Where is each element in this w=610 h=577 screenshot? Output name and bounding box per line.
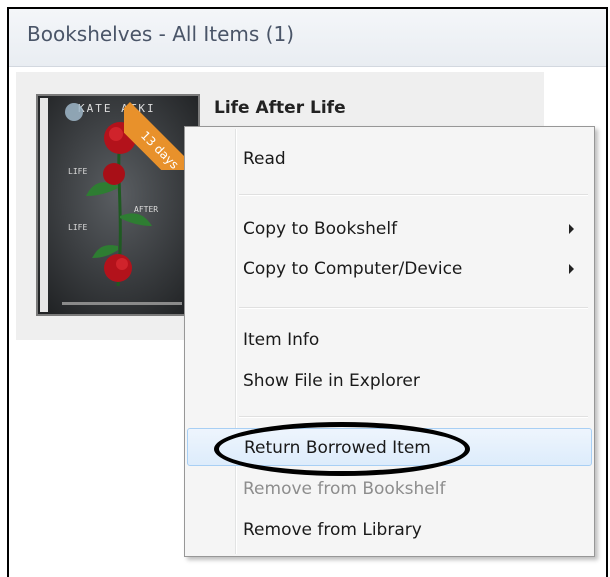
menu-separator [239,194,588,196]
menu-item-copy-to-computer-device[interactable]: Copy to Computer/Device [187,250,592,288]
menu-item-label: Item Info [243,330,320,350]
book-cover[interactable]: KATE ATKI LIFE AFTER LIFE [36,94,200,316]
menu-item-label: Remove from Library [243,520,422,540]
menu-item-label: Show File in Explorer [243,371,420,391]
book-cover-art: KATE ATKI LIFE AFTER LIFE [38,96,198,314]
menu-separator [239,416,588,418]
page-title: Bookshelves - All Items (1) [27,22,295,46]
context-menu: Read Copy to Bookshelf Copy to Computer/… [184,126,595,557]
book-title[interactable]: Life After Life [214,98,346,118]
menu-item-read[interactable]: Read [187,140,592,178]
menu-item-item-info[interactable]: Item Info [187,321,592,359]
menu-item-label: Copy to Bookshelf [243,219,398,239]
menu-item-show-file-in-explorer[interactable]: Show File in Explorer [187,362,592,400]
svg-text:LIFE: LIFE [68,223,87,232]
menu-item-label: Read [243,149,286,169]
menu-item-return-borrowed-item[interactable]: Return Borrowed Item [187,428,592,466]
menu-item-label: Return Borrowed Item [244,438,431,458]
svg-text:KATE ATKI: KATE ATKI [78,102,156,115]
menu-item-label: Remove from Bookshelf [243,479,446,499]
menu-item-copy-to-bookshelf[interactable]: Copy to Bookshelf [187,210,592,248]
title-bar: Bookshelves - All Items (1) [9,9,606,67]
submenu-arrow-icon [569,224,574,234]
menu-separator [239,307,588,309]
submenu-arrow-icon [569,264,574,274]
menu-item-remove-from-library[interactable]: Remove from Library [187,511,592,549]
menu-item-remove-from-bookshelf: Remove from Bookshelf [187,470,592,508]
menu-item-label: Copy to Computer/Device [243,259,463,279]
svg-text:LIFE: LIFE [68,167,87,176]
svg-text:AFTER: AFTER [134,205,158,214]
